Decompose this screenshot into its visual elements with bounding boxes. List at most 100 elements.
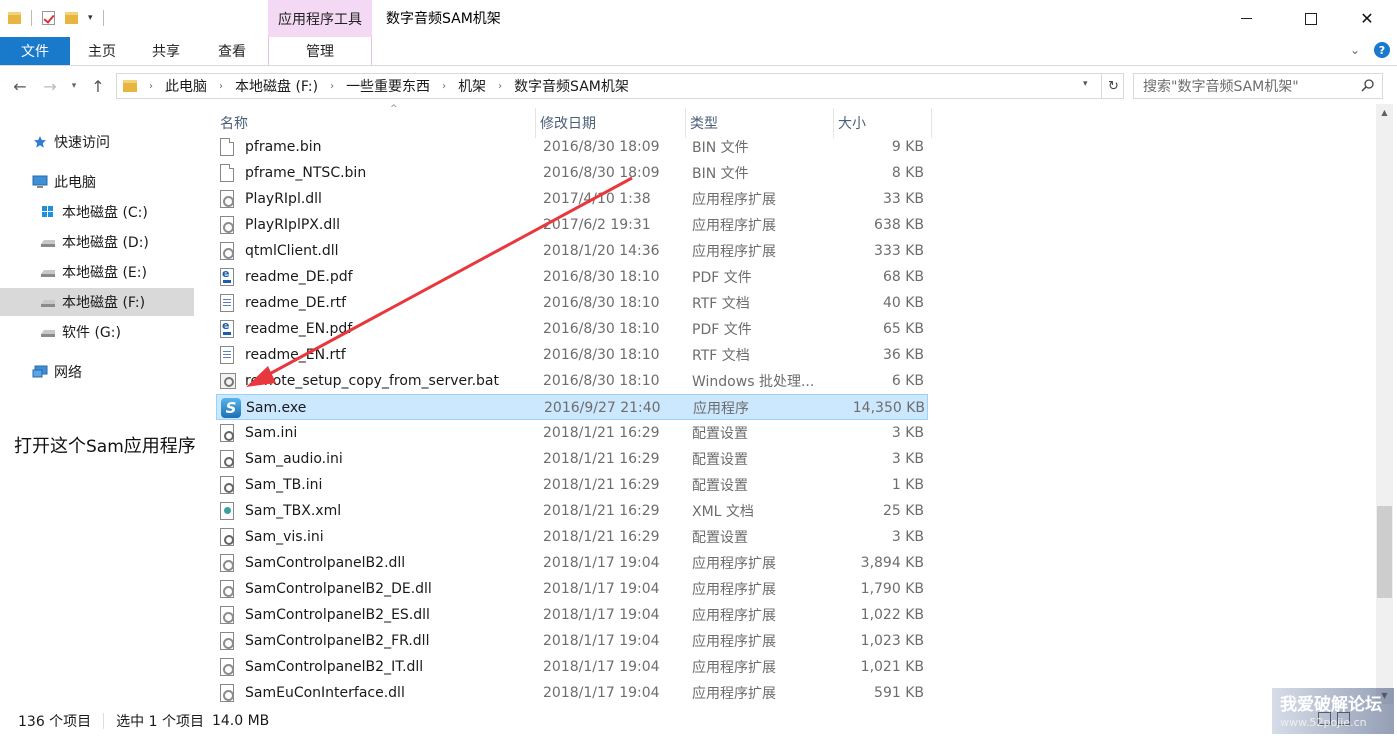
- file-size: 591 KB: [874, 685, 924, 701]
- file-row[interactable]: S Sam.exe 2016/9/27 21:40 应用程序 14,350 KB: [216, 394, 928, 420]
- search-placeholder: 搜索"数字音频SAM机架": [1143, 79, 1299, 95]
- file-icon-cell: [220, 264, 242, 290]
- help-icon[interactable]: ?: [1374, 42, 1390, 58]
- pdf-file-icon: [220, 267, 234, 286]
- tab-home[interactable]: 主页: [72, 37, 132, 65]
- annotation-note: 打开这个Sam应用程序: [14, 432, 196, 458]
- search-icon[interactable]: [1361, 79, 1374, 92]
- watermark: 我爱破解论坛 www.52pojie.cn: [1272, 688, 1394, 734]
- breadcrumb-item[interactable]: 此电脑: [165, 76, 207, 96]
- dll-file-icon: [220, 554, 234, 572]
- customize-toolbar-icon[interactable]: ▾: [88, 13, 93, 23]
- file-row[interactable]: PlayRIpl.dll 2017/4/10 1:38 应用程序扩展 33 KB: [216, 186, 928, 212]
- tab-share[interactable]: 共享: [136, 37, 196, 65]
- file-icon-cell: [220, 134, 242, 160]
- file-size: 25 KB: [882, 503, 924, 519]
- breadcrumb-item[interactable]: 机架: [458, 76, 486, 96]
- file-row[interactable]: SamControlpanelB2.dll 2018/1/17 19:04 应用程序…: [216, 550, 928, 576]
- file-icon-cell: [220, 524, 242, 550]
- file-icon-cell: [220, 680, 242, 706]
- maximize-button[interactable]: [1288, 0, 1334, 37]
- file-name: SamEuConInterface.dll: [245, 685, 405, 701]
- file-type: 配置设置: [692, 530, 748, 546]
- file-row[interactable]: readme_DE.rtf 2016/8/30 18:10 RTF 文档 40 KB: [216, 290, 928, 316]
- toolbar-divider: [102, 10, 104, 26]
- nav-label: 本地磁盘 (E:): [62, 265, 147, 281]
- file-name: readme_DE.pdf: [245, 269, 353, 285]
- breadcrumb-chevron-icon[interactable]: ›: [149, 81, 153, 92]
- nav-drive-g[interactable]: 软件 (G:): [0, 318, 194, 346]
- new-folder-icon[interactable]: [65, 12, 78, 24]
- file-row[interactable]: SamControlpanelB2_DE.dll 2018/1/17 19:04 应…: [216, 576, 928, 602]
- file-row[interactable]: Sam.ini 2018/1/21 16:29 配置设置 3 KB: [216, 420, 928, 446]
- nav-drive-c[interactable]: 本地磁盘 (C:): [0, 198, 194, 226]
- file-type: 应用程序扩展: [692, 192, 776, 208]
- file-icon-cell: [220, 628, 242, 654]
- file-row[interactable]: SamControlpanelB2_FR.dll 2018/1/17 19:04 应…: [216, 628, 928, 654]
- title-bar: ▾ 应用程序工具 数字音频SAM机架 ✕: [0, 0, 1397, 37]
- file-row[interactable]: readme_EN.pdf 2016/8/30 18:10 PDF 文件 65 KB: [216, 316, 928, 342]
- file-icon-cell: [220, 238, 242, 264]
- recent-locations-icon[interactable]: ▾: [64, 76, 84, 96]
- tab-manage[interactable]: 管理: [268, 37, 372, 65]
- address-bar[interactable]: › 此电脑 › 本地磁盘 (F:) › 一些重要东西 › 机架 › 数字音频SA…: [116, 73, 1124, 99]
- file-row[interactable]: remote_setup_copy_from_server.bat 2016/8/…: [216, 368, 928, 394]
- nav-network[interactable]: 网络: [0, 358, 194, 386]
- file-row[interactable]: Sam_vis.ini 2018/1/21 16:29 配置设置 3 KB: [216, 524, 928, 550]
- file-row[interactable]: pframe.bin 2016/8/30 18:09 BIN 文件 9 KB: [216, 134, 928, 160]
- file-name: Sam_TBX.xml: [245, 503, 342, 519]
- file-row[interactable]: readme_EN.rtf 2016/8/30 18:10 RTF 文档 36 KB: [216, 342, 928, 368]
- close-button[interactable]: ✕: [1344, 0, 1390, 37]
- file-icon-cell: [220, 316, 242, 342]
- tab-file[interactable]: 文件: [0, 37, 70, 65]
- file-size: 36 KB: [882, 347, 924, 363]
- scroll-up-icon[interactable]: ▲: [1376, 104, 1393, 121]
- scroll-thumb[interactable]: [1377, 506, 1392, 598]
- breadcrumb-chevron-icon[interactable]: ›: [442, 81, 446, 92]
- file-date: 2018/1/17 19:04: [543, 555, 660, 571]
- file-row[interactable]: Sam_audio.ini 2018/1/21 16:29 配置设置 3 KB: [216, 446, 928, 472]
- nav-quick-access[interactable]: 快速访问: [0, 128, 194, 156]
- file-date: 2018/1/21 16:29: [543, 529, 660, 545]
- breadcrumb-item[interactable]: 数字音频SAM机架: [514, 76, 629, 96]
- file-date: 2017/6/2 19:31: [543, 217, 651, 233]
- nav-this-pc[interactable]: 此电脑: [0, 168, 194, 196]
- breadcrumb-chevron-icon[interactable]: ›: [219, 81, 223, 92]
- breadcrumb-chevron-icon[interactable]: ›: [498, 81, 502, 92]
- address-history-icon[interactable]: ▾: [1083, 79, 1088, 89]
- drive-icon: [40, 295, 56, 309]
- tab-view[interactable]: 查看: [202, 37, 262, 65]
- up-arrow-icon[interactable]: ↑: [88, 76, 108, 96]
- breadcrumb-item[interactable]: 一些重要东西: [346, 76, 430, 96]
- file-row[interactable]: SamEuConInterface.dll 2018/1/17 19:04 应用程序…: [216, 680, 928, 706]
- file-type: 应用程序扩展: [692, 556, 776, 572]
- file-row[interactable]: Sam_TBX.xml 2018/1/21 16:29 XML 文档 25 KB: [216, 498, 928, 524]
- breadcrumb-chevron-icon[interactable]: ›: [330, 81, 334, 92]
- expand-ribbon-icon[interactable]: ⌄: [1350, 43, 1360, 57]
- search-input[interactable]: 搜索"数字音频SAM机架": [1133, 73, 1383, 99]
- back-arrow-icon[interactable]: ←: [10, 76, 30, 96]
- windows-drive-icon: [40, 205, 56, 219]
- nav-drive-f[interactable]: 本地磁盘 (F:): [0, 288, 194, 316]
- nav-drive-e[interactable]: 本地磁盘 (E:): [0, 258, 194, 286]
- file-row[interactable]: qtmlClient.dll 2018/1/20 14:36 应用程序扩展 333 K…: [216, 238, 928, 264]
- file-row[interactable]: PlayRIplPX.dll 2017/6/2 19:31 应用程序扩展 638 KB: [216, 212, 928, 238]
- file-date: 2017/4/10 1:38: [543, 191, 651, 207]
- breadcrumb-item[interactable]: 本地磁盘 (F:): [235, 76, 318, 96]
- file-row[interactable]: readme_DE.pdf 2016/8/30 18:10 PDF 文件 68 KB: [216, 264, 928, 290]
- properties-icon[interactable]: [42, 11, 55, 25]
- file-file-icon: [220, 164, 234, 182]
- refresh-icon[interactable]: ↻: [1101, 74, 1125, 98]
- file-row[interactable]: SamControlpanelB2_IT.dll 2018/1/17 19:04 应…: [216, 654, 928, 680]
- file-row[interactable]: SamControlpanelB2_ES.dll 2018/1/17 19:04 应…: [216, 602, 928, 628]
- file-row[interactable]: pframe_NTSC.bin 2016/8/30 18:09 BIN 文件 8 KB: [216, 160, 928, 186]
- file-size: 1,022 KB: [860, 607, 924, 623]
- minimize-button[interactable]: [1223, 0, 1269, 37]
- context-tab-app-tools[interactable]: 应用程序工具: [268, 0, 372, 37]
- nav-drive-d[interactable]: 本地磁盘 (D:): [0, 228, 194, 256]
- file-type: PDF 文件: [692, 270, 752, 286]
- window-title: 数字音频SAM机架: [386, 11, 501, 27]
- forward-arrow-icon[interactable]: →: [40, 76, 60, 96]
- vertical-scrollbar[interactable]: ▲ ▼: [1376, 104, 1393, 704]
- file-row[interactable]: Sam_TB.ini 2018/1/21 16:29 配置设置 1 KB: [216, 472, 928, 498]
